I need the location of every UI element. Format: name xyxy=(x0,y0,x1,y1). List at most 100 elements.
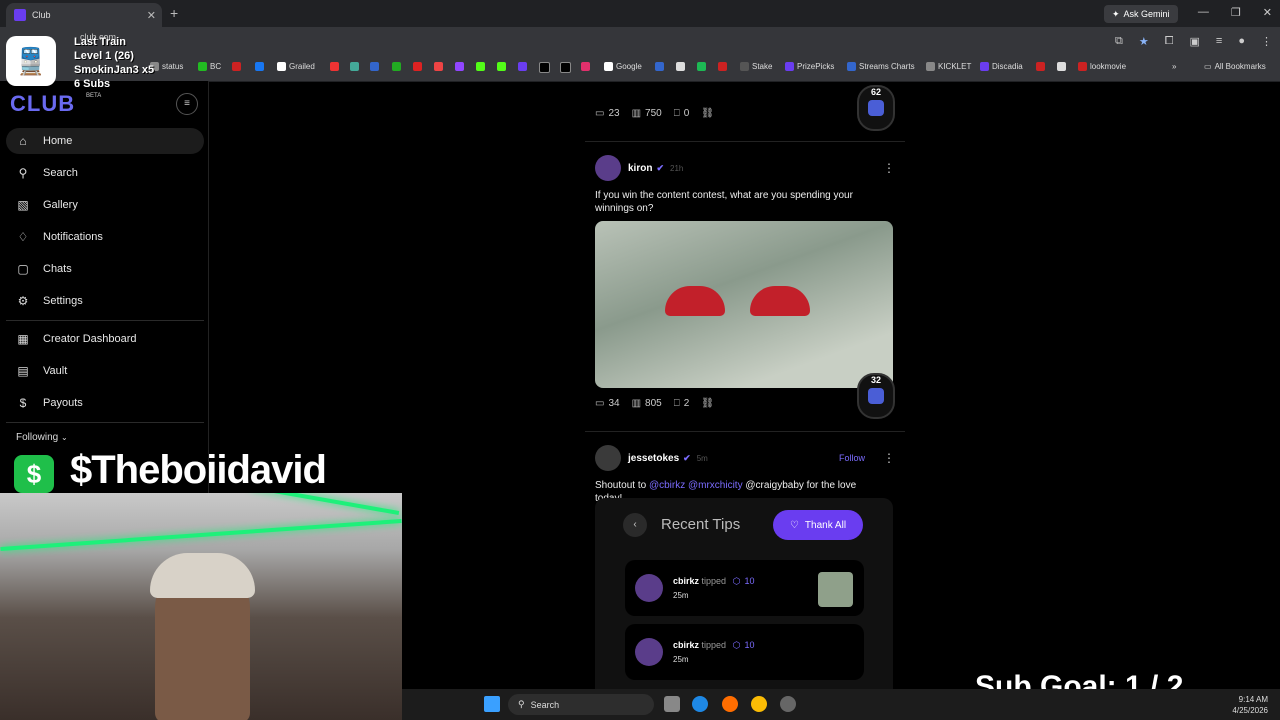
share-link-icon[interactable]: ⛓ xyxy=(701,398,714,409)
bookmark-grailed[interactable]: Grailed xyxy=(277,62,315,71)
chrome-icon[interactable] xyxy=(751,696,767,712)
sidebar-item-chats[interactable]: ▢ Chats xyxy=(6,256,204,282)
media-icon[interactable]: ≡ xyxy=(1216,35,1222,48)
search-icon: ⚲ xyxy=(518,699,525,709)
bookmark-facebook[interactable] xyxy=(255,62,264,71)
post-media-image[interactable] xyxy=(595,221,893,388)
bookmark-icon-misc4[interactable] xyxy=(392,62,401,71)
bookmark-icon-misc9[interactable] xyxy=(676,62,685,71)
led-strip xyxy=(0,518,402,552)
tip-item[interactable]: cbirkz tipped ⬡ 10 25m xyxy=(625,624,864,680)
mention-link[interactable]: @cbirkz xyxy=(649,480,685,491)
tab-club[interactable]: Club ✕ xyxy=(6,3,162,27)
bookmark-icon-misc6[interactable] xyxy=(434,62,443,71)
bookmark-status[interactable]: status xyxy=(150,62,183,71)
thank-all-button[interactable]: ♡ Thank All xyxy=(773,510,863,540)
bookmark-kick[interactable] xyxy=(497,62,506,71)
edge-icon[interactable] xyxy=(692,696,708,712)
bookmark-lookmovie[interactable]: lookmovie xyxy=(1078,62,1126,71)
bookmark-tiktok[interactable] xyxy=(539,62,550,73)
led-strip xyxy=(250,493,400,515)
profile-avatar[interactable]: ● xyxy=(1238,35,1245,48)
recent-tips-title: Recent Tips xyxy=(661,516,741,533)
bookmark-icon-misc5[interactable] xyxy=(413,62,422,71)
sidebar-item-search[interactable]: ⚲ Search xyxy=(6,160,204,186)
new-tab-button[interactable]: + xyxy=(170,5,178,21)
bookmark-icon-red[interactable] xyxy=(232,62,241,71)
bookmark-instagram[interactable] xyxy=(581,62,590,71)
bookmark-icon-red2[interactable] xyxy=(1036,62,1045,71)
bookmark-stake[interactable]: Stake xyxy=(740,62,772,71)
windows-start-icon[interactable] xyxy=(484,696,500,712)
bookmark-icon-misc2[interactable] xyxy=(350,62,359,71)
follow-button[interactable]: Follow xyxy=(839,453,865,463)
bookmark-twitch[interactable] xyxy=(455,62,464,71)
bookmark-icon-play[interactable] xyxy=(476,62,485,71)
bookmark-icon-misc7[interactable] xyxy=(518,62,527,71)
tip-badge[interactable]: 32 xyxy=(857,373,895,419)
bookmark-prizepicks[interactable]: PrizePicks xyxy=(785,62,834,71)
bookmark-x[interactable] xyxy=(560,62,571,73)
bookmarks-overflow-icon[interactable]: » xyxy=(1172,62,1176,71)
sidebar-item-home[interactable]: ⌂ Home xyxy=(6,128,204,154)
install-icon[interactable]: ⧉ xyxy=(1115,35,1123,48)
comments-button[interactable]: ▭ 34 xyxy=(595,398,620,409)
back-chevron-icon[interactable]: ‹ xyxy=(623,513,647,537)
all-bookmarks-button[interactable]: ▭ All Bookmarks xyxy=(1204,62,1266,71)
ask-gemini-button[interactable]: ✦ Ask Gemini xyxy=(1104,5,1178,23)
tip-thumbnail[interactable] xyxy=(818,572,853,607)
mention-link[interactable]: @mrxchicity xyxy=(688,480,743,491)
sidebar-item-notifications[interactable]: ♢ Notifications xyxy=(6,224,204,250)
bookmark-google[interactable]: Google xyxy=(604,62,642,71)
save-button[interactable]: ⎕ 0 xyxy=(674,108,690,119)
post-username[interactable]: kiron ✔ 21h xyxy=(628,163,683,174)
club-logo[interactable]: CLUB xyxy=(10,91,75,117)
menu-toggle-icon[interactable]: ≡ xyxy=(176,93,198,115)
menu-icon[interactable]: ⋮ xyxy=(1261,35,1272,48)
avatar[interactable] xyxy=(595,155,621,181)
bookmark-star-icon[interactable]: ★ xyxy=(1139,35,1149,48)
bookmark-discadia[interactable]: Discadia xyxy=(980,62,1023,71)
bookmark-icon-misc3[interactable] xyxy=(370,62,379,71)
tip-badge[interactable]: 62 xyxy=(857,85,895,131)
bookmark-icon-misc1[interactable] xyxy=(330,62,339,71)
close-window-icon[interactable]: ✕ xyxy=(1263,6,1272,19)
extensions-icon[interactable]: ⧠ xyxy=(1165,35,1174,48)
avatar[interactable] xyxy=(595,445,621,471)
sidepanel-icon[interactable]: ▣ xyxy=(1190,35,1200,48)
post-divider xyxy=(585,431,905,432)
bookmark-bc[interactable]: BC xyxy=(198,62,221,71)
tip-item[interactable]: cbirkz tipped ⬡ 10 25m xyxy=(625,560,864,616)
task-view-icon[interactable] xyxy=(664,696,680,712)
sidebar-item-gallery[interactable]: ▧ Gallery xyxy=(6,192,204,218)
save-button[interactable]: ⎕ 2 xyxy=(674,398,690,409)
bookmark-spotify[interactable] xyxy=(697,62,706,71)
following-toggle[interactable]: Following ⌄ xyxy=(16,432,68,443)
share-link-icon[interactable]: ⛓ xyxy=(701,108,714,119)
vault-icon: ▤ xyxy=(17,364,29,378)
sidebar-item-creator-dashboard[interactable]: ▦ Creator Dashboard xyxy=(6,326,204,352)
obs-icon[interactable] xyxy=(780,696,796,712)
post-username[interactable]: jessetokes ✔ 5m xyxy=(628,453,708,464)
sidebar-item-vault[interactable]: ▤ Vault xyxy=(6,358,204,384)
comments-button[interactable]: ▭ 23 xyxy=(595,108,620,119)
taskbar-search[interactable]: ⚲ Search xyxy=(508,694,654,715)
comment-icon: ▭ xyxy=(595,398,605,409)
sidebar-item-payouts[interactable]: $ Payouts xyxy=(6,390,204,416)
maximize-icon[interactable]: ❐ xyxy=(1231,6,1241,19)
bookmark-icon-misc8[interactable] xyxy=(655,62,664,71)
tip-text: cbirkz tipped ⬡ 10 xyxy=(673,576,755,586)
bookmark-icon-misc11[interactable] xyxy=(1057,62,1066,71)
bookmark-streams-charts[interactable]: Streams Charts xyxy=(847,62,915,71)
system-clock[interactable]: 9:14 AM 4/25/2026 xyxy=(1232,694,1268,716)
more-options-icon[interactable]: ⋮ xyxy=(883,451,895,465)
more-options-icon[interactable]: ⋮ xyxy=(883,161,895,175)
shoe-left xyxy=(665,286,725,316)
bookmark-icon-misc10[interactable] xyxy=(718,62,727,71)
sidebar-item-settings[interactable]: ⚙ Settings xyxy=(6,288,204,314)
bookmark-kicklet[interactable]: KICKLET xyxy=(926,62,971,71)
minimize-icon[interactable]: — xyxy=(1198,6,1209,19)
firefox-icon[interactable] xyxy=(722,696,738,712)
dollar-icon: $ xyxy=(19,396,27,410)
close-tab-icon[interactable]: ✕ xyxy=(147,9,156,22)
